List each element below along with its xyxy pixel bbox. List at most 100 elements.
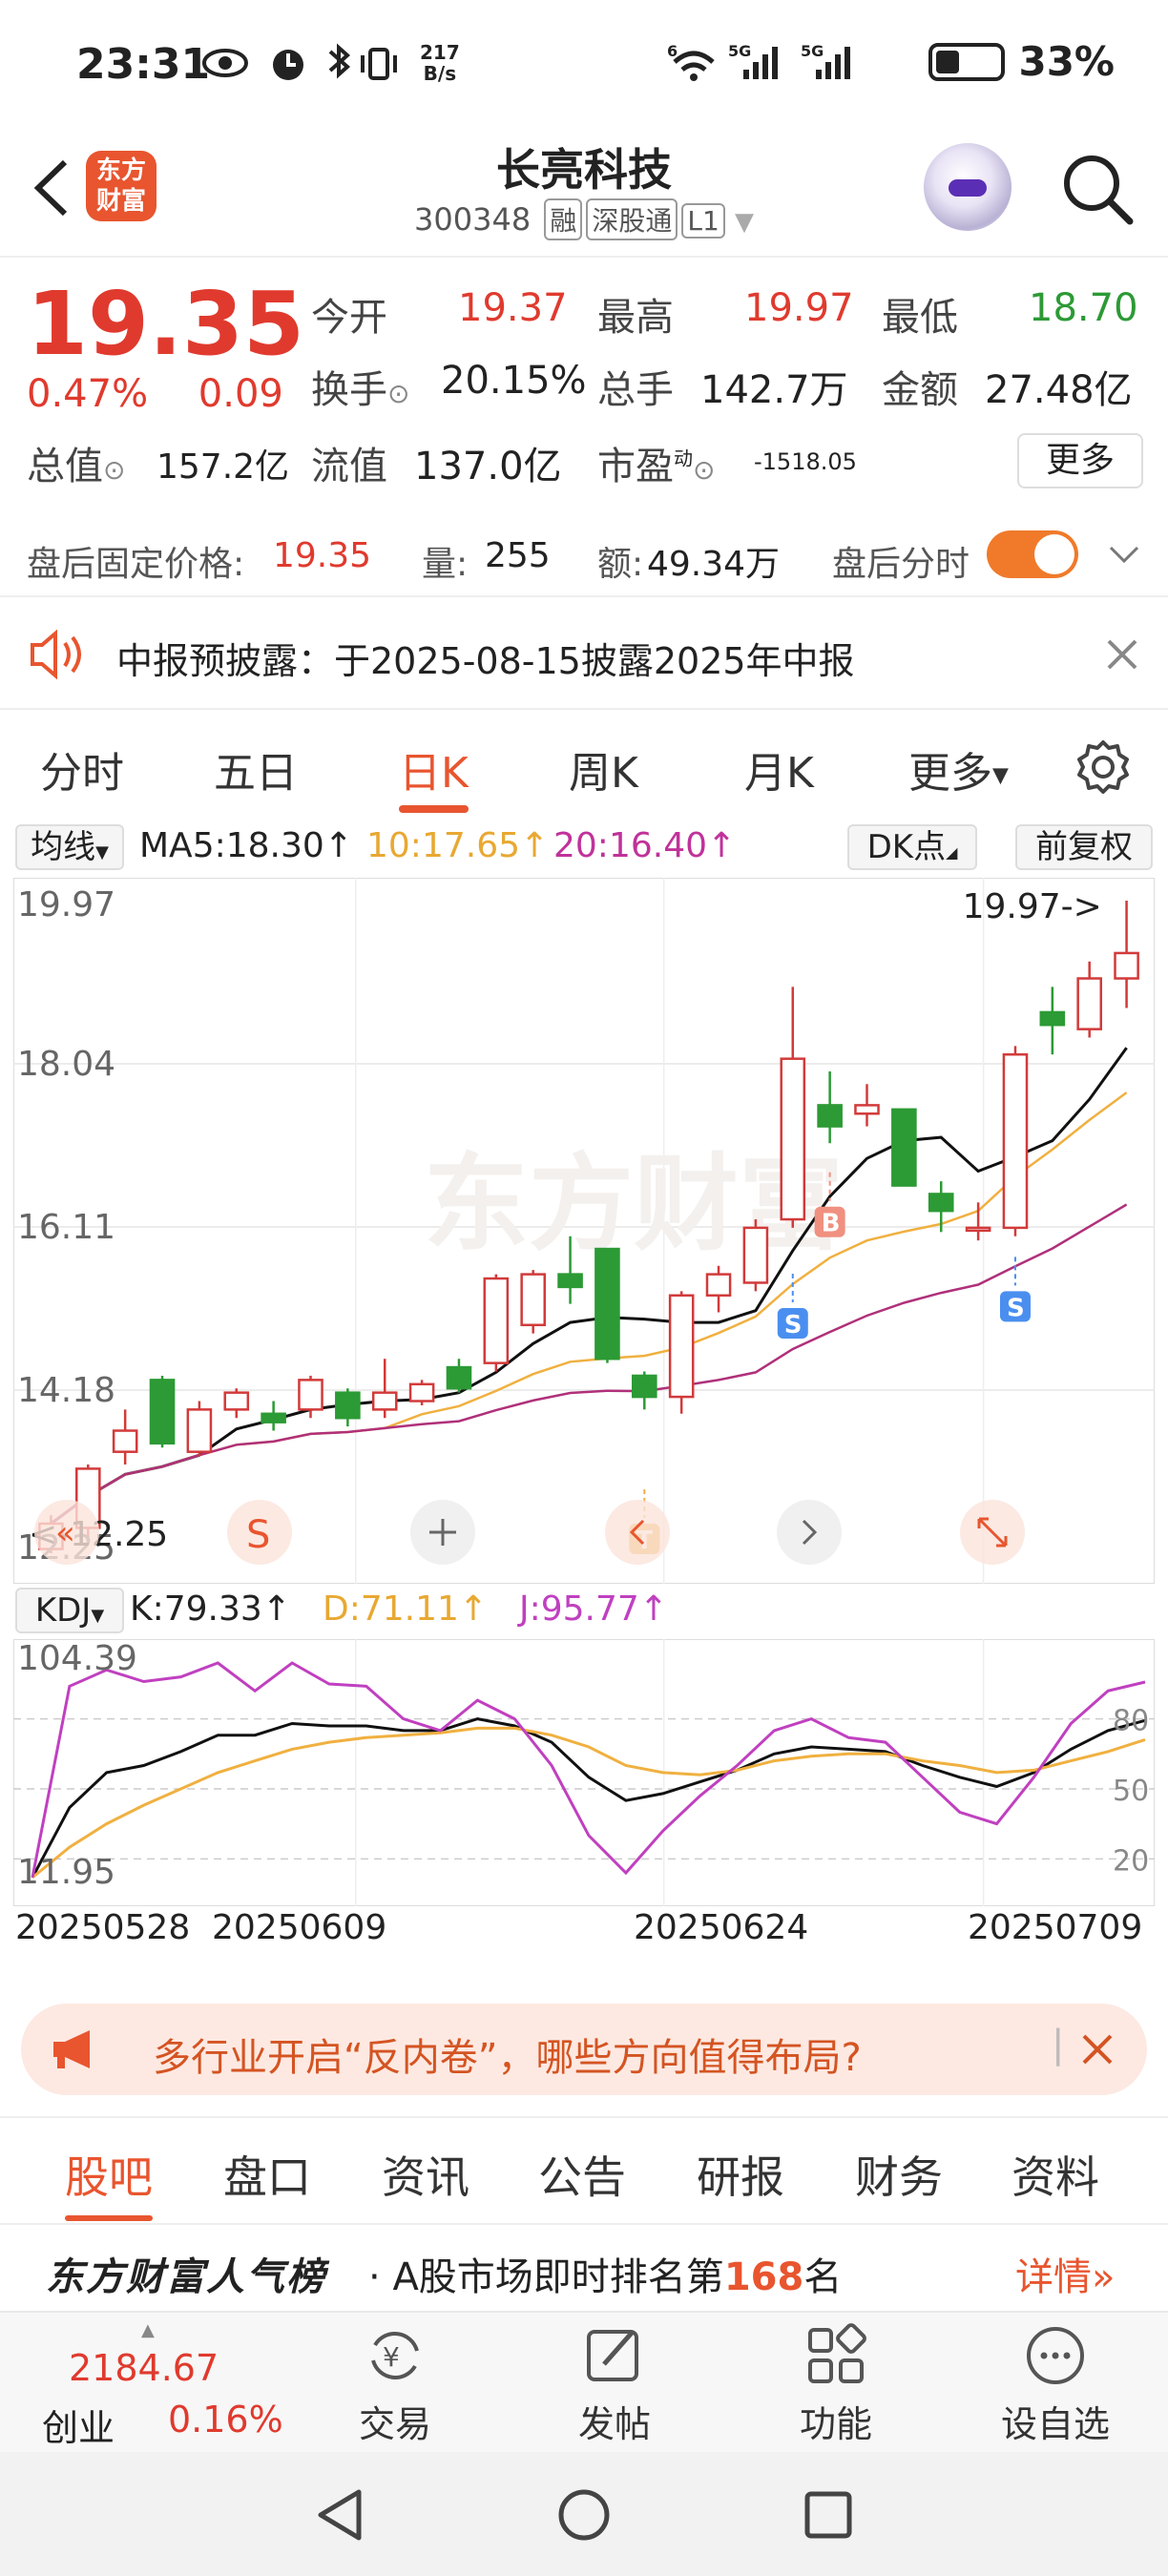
candlestick-chart[interactable]: 东方财富 19.9718.0416.1114.1812.25 19.97-><-…: [13, 878, 1155, 1584]
nav-functions[interactable]: 功能: [769, 2322, 903, 2447]
robot-avatar[interactable]: [924, 143, 1012, 231]
candle-body: [520, 1273, 546, 1327]
tab-daily-k[interactable]: 日K: [399, 738, 469, 813]
back-triangle-icon[interactable]: [311, 2486, 368, 2544]
search-button[interactable]: [1059, 151, 1136, 227]
after-hours-toggle-label: 盘后分时: [832, 545, 970, 584]
kdj-selector[interactable]: KDJ▼: [15, 1588, 124, 1633]
stock-code: 300348: [414, 201, 532, 238]
amount-value: 27.48亿: [985, 368, 1133, 412]
more-stats-button[interactable]: 更多: [1017, 433, 1143, 488]
adjust-selector[interactable]: 前复权: [1015, 824, 1153, 870]
candle-body: [1039, 1010, 1066, 1027]
chart-next-button[interactable]: [777, 1500, 842, 1565]
search-icon: [1064, 156, 1134, 225]
index-name: 创业: [42, 2407, 115, 2449]
candle-body: [408, 1382, 435, 1402]
tab-research[interactable]: 研报: [697, 2143, 784, 2206]
margin-tag: 融: [544, 198, 583, 240]
low-stat: 最低: [882, 296, 958, 340]
candle-body: [298, 1379, 323, 1411]
candle-body: [668, 1294, 695, 1399]
chevron-down-icon[interactable]: [1107, 540, 1141, 569]
kdj-ref-label: 80: [1113, 1705, 1149, 1738]
gear-icon[interactable]: [1074, 738, 1132, 796]
rank-detail-link[interactable]: 详情»: [1015, 2246, 1115, 2301]
candle-body: [594, 1247, 620, 1361]
chart-control-prev[interactable]: [605, 1500, 670, 1565]
info-icon: ⊙: [693, 454, 716, 486]
price-change: 0.47% 0.09: [27, 372, 283, 416]
sell-signal-badge-label: S: [1007, 1294, 1025, 1322]
tab-guba[interactable]: 股吧: [65, 2143, 153, 2221]
candle-body: [891, 1108, 917, 1187]
popularity-rank[interactable]: 东方财富人气榜 · A股市场即时排名第168名 详情»: [0, 2223, 1168, 2309]
after-hours-amt: 49.34万: [647, 545, 781, 584]
kdj-legend-row: KDJ▼ K:79.33↑ D:71.11↑ J:95.77↑: [0, 1584, 1168, 1637]
tab-profile[interactable]: 资料: [1012, 2143, 1099, 2206]
tab-five-day[interactable]: 五日: [214, 738, 298, 800]
megaphone-icon: [53, 2030, 90, 2068]
buy-signal-badge-label: B: [822, 1210, 841, 1238]
candle-body: [817, 1104, 843, 1128]
y-tick-label: 19.97: [17, 885, 115, 924]
tab-pankou[interactable]: 盘口: [223, 2143, 311, 2206]
net-speed: 217 B/s: [420, 41, 460, 85]
last-price: 19.35: [27, 273, 305, 375]
s-signal-icon: S: [246, 1513, 270, 1557]
after-hours-vol: 255: [485, 536, 551, 575]
recents-square-icon[interactable]: [800, 2486, 857, 2544]
kdj-j-value: J:95.77↑: [519, 1589, 668, 1629]
date-axis: 20250528 20250609 20250624 20250709: [0, 1908, 1168, 1956]
yen-cycle-icon: ¥: [371, 2332, 419, 2379]
status-icons: [202, 42, 412, 93]
index-ticker[interactable]: ▲ 2184.67 创业 0.16%: [21, 2320, 288, 2449]
mcap-stat[interactable]: 总值⊙: [27, 435, 125, 490]
candle-body: [854, 1104, 880, 1115]
tab-intraday[interactable]: 分时: [40, 738, 124, 800]
ma5-value: MA5:18.30↑: [139, 826, 353, 865]
tab-monthly-k[interactable]: 月K: [744, 738, 814, 800]
candle-body: [446, 1365, 472, 1390]
x-tick-label: 20250609: [212, 1908, 387, 1947]
close-icon[interactable]: [1080, 2032, 1115, 2067]
tab-announcements[interactable]: 公告: [538, 2143, 626, 2206]
pe-stat[interactable]: 市盈动⊙: [597, 435, 715, 490]
tab-weekly-k[interactable]: 周K: [569, 738, 638, 800]
svg-text:6: 6: [667, 42, 678, 60]
banner-text: 多行业开启“反内卷”，哪些方向值得布局?: [153, 2036, 862, 2080]
more-circle-icon: [1027, 2327, 1084, 2384]
candle-body: [1114, 951, 1139, 980]
dk-point-selector[interactable]: DK点◢: [847, 824, 977, 870]
candle-body: [632, 1374, 657, 1399]
close-icon[interactable]: [1105, 637, 1139, 672]
notice-bar[interactable]: 中报预披露：于2025-08-15披露2025年中报: [0, 599, 1168, 710]
promo-banner[interactable]: 多行业开启“反内卷”，哪些方向值得布局? |: [21, 2004, 1147, 2095]
home-circle-icon[interactable]: [555, 2486, 613, 2544]
tab-finance[interactable]: 财务: [855, 2143, 943, 2206]
tab-more[interactable]: 更多▼: [908, 738, 1009, 800]
info-tabs: 股吧 盘口 资讯 公告 研报 财务 资料: [0, 2116, 1168, 2221]
index-change: 0.16%: [168, 2399, 283, 2441]
chart-period-tabs: 分时 五日 日K 周K 月K 更多▼: [0, 712, 1168, 817]
nav-trade[interactable]: ¥ 交易: [328, 2322, 462, 2447]
turnover-stat[interactable]: 换手⊙: [311, 359, 409, 414]
svg-text:5G: 5G: [801, 42, 824, 60]
kdj-d-value: D:71.11↑: [323, 1589, 489, 1629]
nav-add-watchlist[interactable]: 设自选: [989, 2322, 1122, 2447]
after-hours-toggle[interactable]: [987, 530, 1078, 578]
candle-body: [780, 1057, 806, 1221]
change-abs: 0.09: [198, 372, 283, 416]
indicator-selector[interactable]: 均线▼: [15, 824, 124, 870]
tab-news[interactable]: 资讯: [382, 2143, 469, 2206]
candle-body: [261, 1412, 286, 1423]
ma20-value: 20:16.40↑: [553, 826, 737, 865]
kdj-chart[interactable]: 80 50 20 104.39 11.95: [13, 1639, 1155, 1906]
battery-icon: [928, 42, 1006, 81]
notice-text: 中报预披露：于2025-08-15披露2025年中报: [116, 640, 855, 682]
nav-post[interactable]: 发帖: [548, 2322, 681, 2447]
sell-signal-badge-label: S: [784, 1311, 803, 1340]
kdj-ref-label: 50: [1113, 1775, 1149, 1808]
index-value: 2184.67: [69, 2347, 219, 2389]
edit-icon: [587, 2330, 638, 2381]
